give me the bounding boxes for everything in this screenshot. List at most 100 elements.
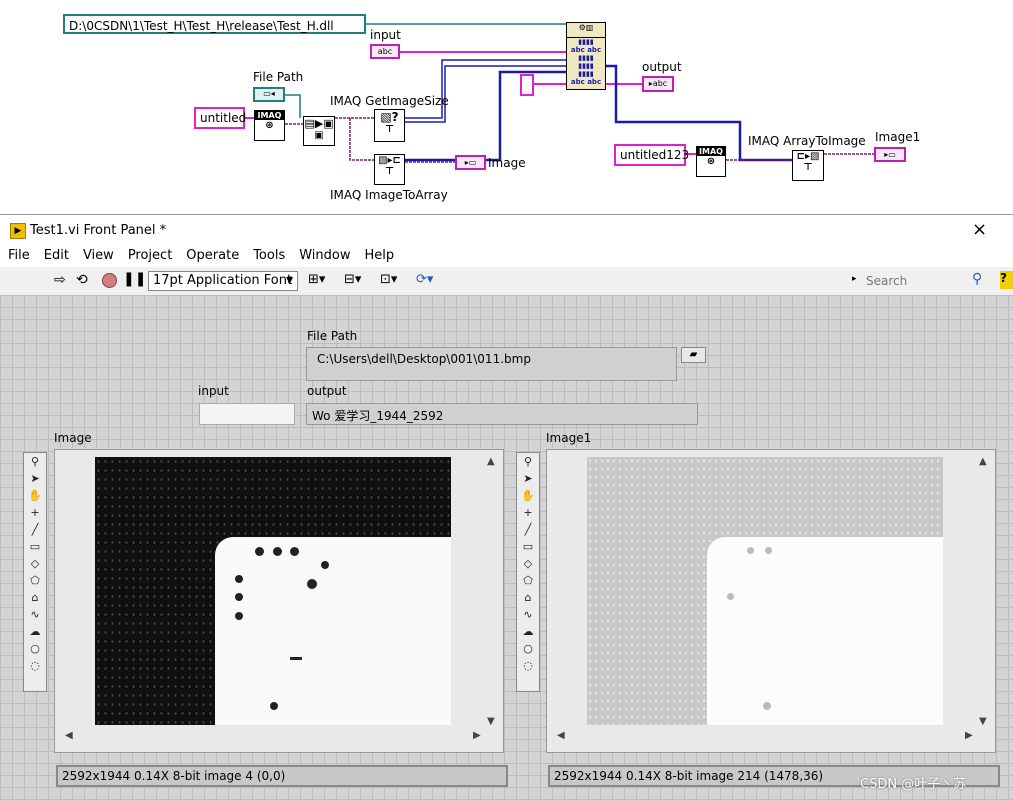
- line-tool-icon[interactable]: ╱: [25, 522, 45, 538]
- front-panel-window: ▶ Test1.vi Front Panel * × File Edit View P…: [0, 214, 1013, 801]
- menu-file[interactable]: File: [0, 245, 36, 263]
- help-icon[interactable]: ?: [1000, 271, 1013, 289]
- zoom-icon[interactable]: ⚲: [25, 454, 45, 470]
- input-field[interactable]: [199, 403, 295, 425]
- align-objects-icon[interactable]: ⊞▾: [308, 272, 325, 287]
- read-file-icon: ▤▶▣: [304, 117, 334, 130]
- zoom-icon[interactable]: ⚲: [518, 454, 538, 470]
- scroll-left-icon[interactable]: ◀: [65, 730, 73, 741]
- pcb-hole: [307, 579, 317, 589]
- scroll-right-icon[interactable]: ▶: [965, 730, 973, 741]
- scroll-right-icon[interactable]: ▶: [473, 730, 481, 741]
- image1-display[interactable]: ▲ ▼ ◀ ▶: [546, 449, 996, 753]
- file-path-control[interactable]: C:\Users\dell\Desktop\001\011.bmp: [306, 347, 677, 381]
- image-canvas-dark: [95, 457, 451, 725]
- pointer-icon[interactable]: ➤: [518, 471, 538, 487]
- freehand-region-icon[interactable]: ☁: [518, 624, 538, 640]
- menu-project[interactable]: Project: [120, 245, 178, 263]
- pan-hand-icon[interactable]: ✋: [25, 488, 45, 504]
- distribute-objects-icon[interactable]: ⊟▾: [344, 272, 361, 287]
- pcb-hole: [273, 547, 282, 556]
- menu-tools[interactable]: Tools: [245, 245, 291, 263]
- broken-line-tool-icon[interactable]: ⌂: [25, 590, 45, 606]
- scroll-down-icon[interactable]: ▼: [979, 716, 987, 727]
- imaq-arraytoimage-node[interactable]: ⊏▸▧ ⊤: [792, 150, 824, 181]
- polygon-tool-icon[interactable]: ⬠: [518, 573, 538, 589]
- imaq-readfile-node[interactable]: ▤▶▣ ▣: [303, 116, 335, 146]
- run-arrow-icon[interactable]: ⇨: [54, 272, 66, 288]
- image1-terminal[interactable]: ▸▭: [874, 147, 906, 162]
- input-terminal[interactable]: abc: [370, 44, 400, 59]
- pointer-icon[interactable]: ➤: [25, 471, 45, 487]
- search-icon[interactable]: ⚲: [972, 271, 982, 287]
- image-size-icon: ▧?: [380, 110, 399, 124]
- polygon-tool-icon[interactable]: ⬠: [25, 573, 45, 589]
- folder-icon: ▰: [689, 349, 698, 360]
- scroll-left-icon[interactable]: ◀: [557, 730, 565, 741]
- input-label: input: [198, 384, 229, 398]
- rectangle-tool-icon[interactable]: ▭: [25, 539, 45, 555]
- untitled123-constant: untitled123: [614, 144, 689, 166]
- labview-vi-icon: ▶: [10, 223, 26, 239]
- window-title: Test1.vi Front Panel *: [30, 223, 167, 238]
- output-terminal[interactable]: ▸abc: [642, 76, 674, 92]
- rotated-rect-tool-icon[interactable]: ◇: [518, 556, 538, 572]
- pause-icon[interactable]: ❚❚: [123, 271, 146, 287]
- reorder-icon[interactable]: ⟳▾: [416, 272, 433, 287]
- scroll-up-icon[interactable]: ▲: [487, 456, 495, 467]
- file-path-terminal[interactable]: ▭◂: [253, 87, 285, 102]
- abort-stop-icon[interactable]: [102, 273, 117, 288]
- point-tool-icon[interactable]: +: [25, 505, 45, 521]
- scroll-up-icon[interactable]: ▲: [979, 456, 987, 467]
- rotated-rect-tool-icon[interactable]: ◇: [25, 556, 45, 572]
- image1-pcb-board: [707, 537, 943, 725]
- freehand-tool-icon[interactable]: ∿: [518, 607, 538, 623]
- pcb-hole: [235, 593, 243, 601]
- image-terminal[interactable]: ▸▭: [455, 155, 486, 170]
- file-path-value[interactable]: C:\Users\dell\Desktop\001\011.bmp: [317, 352, 531, 366]
- menu-edit[interactable]: Edit: [36, 245, 75, 263]
- rectangle-tool-icon[interactable]: ▭: [518, 539, 538, 555]
- file-path-label-bd: File Path: [253, 70, 304, 84]
- freehand-tool-icon[interactable]: ∿: [25, 607, 45, 623]
- string-constant-empty: [520, 74, 534, 96]
- annulus-tool-icon[interactable]: ◌: [518, 658, 538, 674]
- menu-bar: File Edit View Project Operate Tools Window Hel…: [0, 245, 1013, 267]
- font-selector[interactable]: 17pt Application Font ▼: [148, 271, 298, 291]
- pcb-hole: [321, 561, 329, 569]
- broken-line-tool-icon[interactable]: ⌂: [518, 590, 538, 606]
- imaq-create-node[interactable]: IMAQ ⊛: [254, 110, 285, 141]
- pcb-hole: [235, 612, 243, 620]
- scroll-down-icon[interactable]: ▼: [487, 716, 495, 727]
- pcb-hole: [255, 547, 264, 556]
- line-tool-icon[interactable]: ╱: [518, 522, 538, 538]
- browse-folder-button[interactable]: ▰: [681, 347, 706, 363]
- dll-icon: ⚙▥: [567, 23, 605, 38]
- imaq-getimagesize-node[interactable]: ▧? ⊤: [374, 109, 405, 142]
- image1-tool-palette: ⚲ ➤ ✋ + ╱ ▭ ◇ ⬠ ⌂ ∿ ☁ ○ ◌: [516, 452, 540, 692]
- pan-hand-icon[interactable]: ✋: [518, 488, 538, 504]
- resize-objects-icon[interactable]: ⊡▾: [380, 272, 397, 287]
- image1-status-text: 2592x1944 0.14X 8-bit image 214 (1478,36…: [554, 769, 824, 783]
- freehand-region-icon[interactable]: ☁: [25, 624, 45, 640]
- get-image-size-label: IMAQ GetImageSize: [330, 94, 449, 108]
- annulus-tool-icon[interactable]: ◌: [25, 658, 45, 674]
- run-continuously-icon[interactable]: ⟲: [76, 272, 88, 288]
- oval-tool-icon[interactable]: ○: [518, 641, 538, 657]
- image-pcb-board: [215, 537, 451, 725]
- image-display[interactable]: ▲ ▼ ◀ ▶: [54, 449, 504, 753]
- menu-operate[interactable]: Operate: [178, 245, 245, 263]
- imaq-create-node-2[interactable]: IMAQ ⊛: [696, 146, 726, 177]
- menu-view[interactable]: View: [75, 245, 120, 263]
- image-tool-palette: ⚲ ➤ ✋ + ╱ ▭ ◇ ⬠ ⌂ ∿ ☁ ○ ◌: [23, 452, 47, 692]
- menu-window[interactable]: Window: [291, 245, 356, 263]
- pcb-hole: [765, 547, 772, 554]
- oval-tool-icon[interactable]: ○: [25, 641, 45, 657]
- imaq-imagetoarray-node[interactable]: ▧▸⊏ ⊤: [374, 154, 405, 185]
- call-library-node[interactable]: ⚙▥ ▮▮▮▮ abc abc ▮▮▮▮ ▮▮▮▮ ▮▮▮▮ abc abc: [566, 22, 606, 90]
- point-tool-icon[interactable]: +: [518, 505, 538, 521]
- untitled-text: untitled: [200, 111, 247, 125]
- menu-help[interactable]: Help: [356, 245, 400, 263]
- create-icon: ⊛: [265, 120, 274, 131]
- close-window-button[interactable]: ×: [972, 219, 987, 240]
